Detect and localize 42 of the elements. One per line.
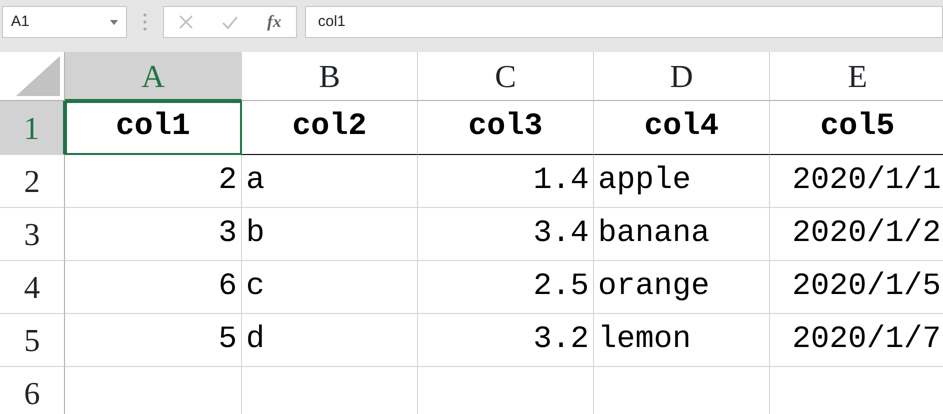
select-all-icon[interactable]	[16, 56, 60, 96]
table-cell[interactable]: col4	[594, 101, 770, 155]
table-cell[interactable]: 3.4	[418, 208, 594, 261]
table-cell[interactable]: col5	[770, 101, 943, 155]
table-cell[interactable]: 1.4	[418, 155, 594, 208]
check-icon[interactable]	[222, 16, 238, 28]
table-cell[interactable]: orange	[594, 261, 770, 314]
column-header[interactable]: D	[594, 52, 770, 101]
row-header[interactable]: 4	[0, 261, 65, 314]
table-cell[interactable]: col2	[242, 101, 418, 155]
table-cell[interactable]: 2.5	[418, 261, 594, 314]
name-box[interactable]: A1	[2, 6, 127, 38]
table-cell[interactable]: d	[242, 314, 418, 367]
row-header[interactable]: 1	[0, 101, 65, 155]
dropdown-icon	[110, 20, 118, 24]
table-cell[interactable]: 5	[65, 314, 242, 367]
column-header[interactable]: A	[65, 52, 242, 101]
table-cell[interactable]: 2020/1/7	[770, 314, 943, 367]
table-cell[interactable]: 2020/1/1	[770, 155, 943, 208]
table-cell[interactable]: 2020/1/5	[770, 261, 943, 314]
table-cell[interactable]: banana	[594, 208, 770, 261]
insert-function-button[interactable]: fx	[267, 9, 282, 35]
column-header[interactable]: B	[242, 52, 418, 101]
table-cell[interactable]: 2020/1/2	[770, 208, 943, 261]
table-cell[interactable]: a	[242, 155, 418, 208]
row-header[interactable]: 3	[0, 208, 65, 261]
table-cell[interactable]: 6	[65, 261, 242, 314]
cancel-icon[interactable]	[178, 15, 193, 29]
table-cell[interactable]: c	[242, 261, 418, 314]
formula-field[interactable]: col1	[305, 6, 943, 38]
table-cell[interactable]: apple	[594, 155, 770, 208]
table-cell[interactable]: b	[242, 208, 418, 261]
table-cell[interactable]: lemon	[594, 314, 770, 367]
table-cell[interactable]: 3	[65, 208, 242, 261]
table-cell[interactable]: col3	[418, 101, 594, 155]
grip-icon	[143, 13, 147, 31]
table-cell[interactable]: col1	[65, 101, 242, 155]
row-header[interactable]: 5	[0, 314, 65, 367]
table-cell[interactable]: 3.2	[418, 314, 594, 367]
row-header[interactable]: 2	[0, 155, 65, 208]
column-header[interactable]: C	[418, 52, 594, 101]
table-cell[interactable]: 2	[65, 155, 242, 208]
